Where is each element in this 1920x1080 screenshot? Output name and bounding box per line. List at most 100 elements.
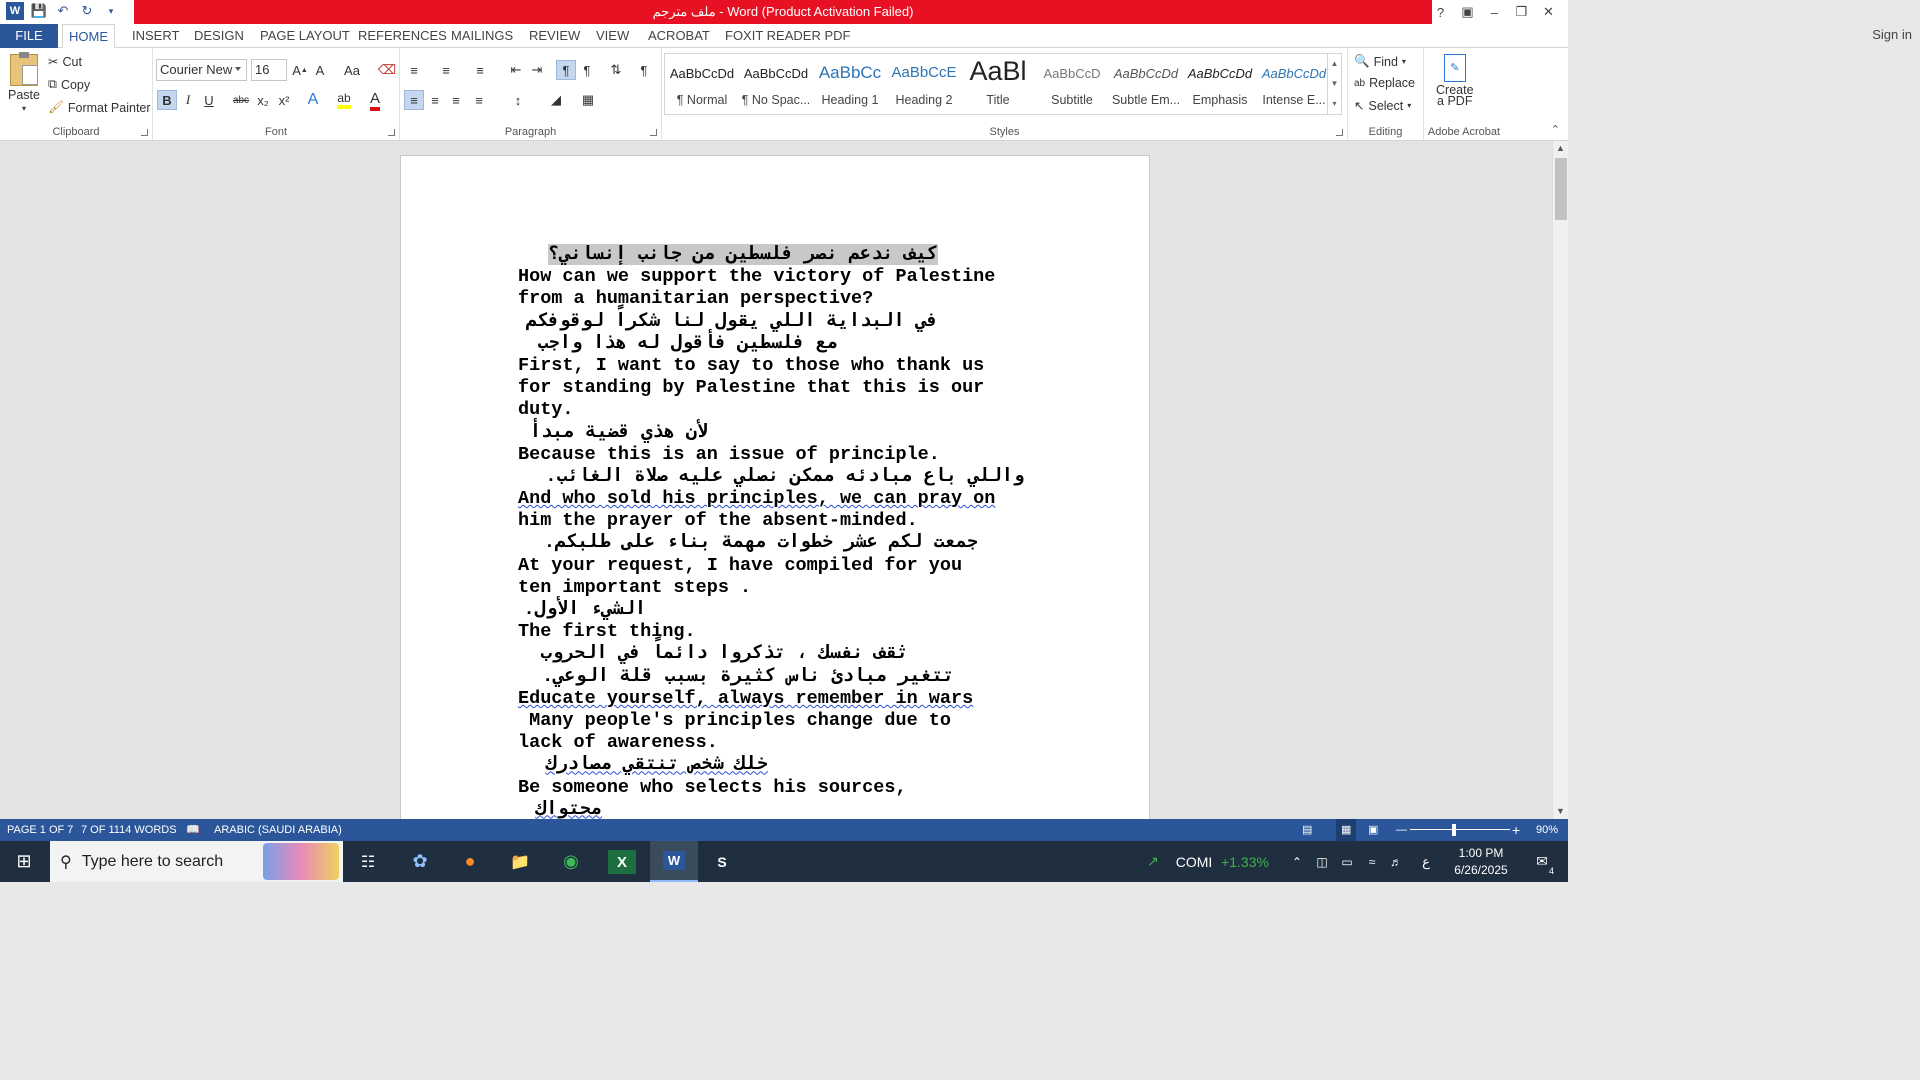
- style-no-spacing[interactable]: AaBbCcDd ¶ No Spac...: [739, 54, 813, 114]
- underline-button[interactable]: U: [199, 90, 219, 110]
- styles-launcher[interactable]: [1336, 129, 1343, 136]
- borders-icon[interactable]: ▦: [578, 90, 598, 110]
- customize-qat-icon[interactable]: ▾: [102, 2, 120, 20]
- ltr-direction-icon[interactable]: ¶: [577, 60, 597, 80]
- select-button[interactable]: ↖ Select ▾: [1354, 98, 1411, 114]
- superscript-button[interactable]: x²: [274, 90, 294, 110]
- grow-font-icon[interactable]: A ▲: [290, 60, 310, 80]
- clear-formatting-icon[interactable]: ⌫: [377, 60, 397, 80]
- windows-start-icon[interactable]: ⊞: [0, 841, 48, 882]
- font-color-icon[interactable]: A: [365, 90, 385, 111]
- style-normal[interactable]: AaBbCcDd ¶ Normal: [665, 54, 739, 114]
- meet-icon[interactable]: ◫: [1312, 841, 1332, 882]
- help-button[interactable]: ?: [1427, 0, 1454, 24]
- style-heading-1[interactable]: AaBbCc Heading 1: [813, 54, 887, 114]
- word-app-icon[interactable]: W: [6, 2, 24, 20]
- style-emphasis[interactable]: AaBbCcDd Emphasis: [1183, 54, 1257, 114]
- style-subtle-emphasis[interactable]: AaBbCcDd Subtle Em...: [1109, 54, 1183, 114]
- file-explorer-icon[interactable]: 📁: [506, 841, 534, 882]
- zoom-out-icon[interactable]: —: [1396, 819, 1407, 841]
- tab-insert[interactable]: INSERT: [126, 24, 185, 48]
- clock[interactable]: 1:00 PM 6/26/2025: [1442, 841, 1520, 882]
- font-name-dropdown[interactable]: Courier New: [156, 59, 247, 81]
- document-body[interactable]: كيف ندعم نصر فلسطين من جانب إنساني؟ How …: [518, 244, 1038, 819]
- volume-icon[interactable]: ♬: [1386, 841, 1406, 882]
- sign-in-link[interactable]: Sign in: [1872, 24, 1912, 48]
- word-count[interactable]: 7 OF 1114 WORDS: [81, 819, 177, 841]
- font-launcher[interactable]: [388, 129, 395, 136]
- taskbar-search[interactable]: ⚲ Type here to search: [50, 841, 343, 882]
- collapse-ribbon-icon[interactable]: ⌃: [1551, 123, 1560, 136]
- increase-indent-icon[interactable]: ⇥: [527, 60, 547, 80]
- bullets-icon[interactable]: ≡: [404, 60, 424, 80]
- scroll-up-icon[interactable]: ▲: [1553, 141, 1568, 156]
- styles-scroll[interactable]: ▲ ▼ ▾: [1327, 54, 1341, 114]
- document-page[interactable]: كيف ندعم نصر فلسطين من جانب إنساني؟ How …: [400, 155, 1150, 819]
- decrease-indent-icon[interactable]: ⇤: [506, 60, 526, 80]
- read-mode-icon[interactable]: ▤: [1302, 819, 1312, 841]
- find-button[interactable]: 🔍 Find ▾: [1354, 54, 1406, 69]
- tab-review[interactable]: REVIEW: [523, 24, 586, 48]
- numbering-icon[interactable]: ≡: [436, 60, 456, 80]
- web-layout-icon[interactable]: ▣: [1368, 819, 1378, 841]
- tab-page-layout[interactable]: PAGE LAYOUT: [254, 24, 356, 48]
- tab-mailings[interactable]: MAILINGS: [445, 24, 519, 48]
- rtl-direction-icon[interactable]: ¶: [556, 60, 576, 80]
- style-heading-2[interactable]: AaBbCcE Heading 2: [887, 54, 961, 114]
- tab-design[interactable]: DESIGN: [188, 24, 250, 48]
- chrome-icon[interactable]: ◉: [557, 841, 585, 882]
- paste-button[interactable]: Paste ▾: [8, 52, 40, 113]
- scroll-thumb[interactable]: [1555, 158, 1567, 220]
- vertical-scrollbar[interactable]: ▲ ▼: [1552, 141, 1568, 819]
- close-icon[interactable]: ✕: [1535, 0, 1562, 24]
- battery-icon[interactable]: ▭: [1336, 841, 1358, 882]
- zoom-slider-thumb[interactable]: [1452, 824, 1456, 836]
- redo-icon[interactable]: ↻: [78, 2, 96, 20]
- paragraph-launcher[interactable]: [650, 129, 657, 136]
- shading-icon[interactable]: ◢: [546, 90, 566, 110]
- bold-button[interactable]: B: [157, 90, 177, 110]
- tab-foxit[interactable]: FOXIT READER PDF: [719, 24, 856, 48]
- app-s-icon[interactable]: S: [708, 841, 736, 882]
- strikethrough-button[interactable]: abc: [231, 90, 251, 110]
- align-left-icon[interactable]: ≡: [404, 90, 424, 110]
- scroll-down-icon[interactable]: ▼: [1553, 804, 1568, 819]
- zoom-level[interactable]: 90%: [1536, 819, 1558, 841]
- word-taskbar-icon[interactable]: W: [650, 841, 698, 882]
- tab-home[interactable]: HOME: [62, 24, 115, 48]
- sort-icon[interactable]: ⇅: [606, 60, 626, 80]
- tab-file[interactable]: FILE: [0, 24, 58, 48]
- save-icon[interactable]: 💾: [30, 2, 48, 20]
- copy-button[interactable]: ⧉ Copy: [48, 77, 90, 92]
- excel-icon[interactable]: X: [608, 850, 636, 874]
- zoom-slider-track[interactable]: [1410, 829, 1510, 830]
- notification-icon[interactable]: ✉ 4: [1526, 841, 1558, 882]
- print-layout-icon[interactable]: ▦: [1336, 819, 1357, 841]
- proofing-icon[interactable]: 📖: [186, 819, 200, 841]
- replace-button[interactable]: ab Replace: [1354, 76, 1415, 90]
- clipboard-launcher[interactable]: [141, 129, 148, 136]
- justify-icon[interactable]: ≡: [469, 90, 489, 110]
- change-case-button[interactable]: Aa: [339, 60, 365, 80]
- stock-ticker[interactable]: COMI: [1172, 841, 1216, 882]
- shrink-font-icon[interactable]: A: [310, 60, 330, 80]
- style-intense-emphasis[interactable]: AaBbCcDd Intense E...: [1257, 54, 1331, 114]
- zoom-in-icon[interactable]: +: [1512, 819, 1520, 841]
- multilevel-list-icon[interactable]: ≡: [470, 60, 490, 80]
- copilot-icon[interactable]: ✿: [406, 841, 434, 882]
- input-language[interactable]: ع: [1414, 841, 1438, 882]
- subscript-button[interactable]: x₂: [253, 90, 273, 110]
- chevron-up-icon[interactable]: ⌃: [1287, 841, 1307, 882]
- format-painter-button[interactable]: 🖌 Format Painter: [48, 100, 151, 115]
- show-marks-icon[interactable]: ¶: [634, 60, 654, 80]
- style-title[interactable]: AaBl Title: [961, 54, 1035, 114]
- ribbon-display-icon[interactable]: ▣: [1454, 0, 1481, 24]
- font-size-dropdown[interactable]: 16: [251, 59, 287, 81]
- restore-icon[interactable]: ❐: [1508, 0, 1535, 24]
- line-spacing-icon[interactable]: ↕: [508, 90, 528, 110]
- align-center-icon[interactable]: ≡: [425, 90, 445, 110]
- task-view-icon[interactable]: ☷: [355, 841, 381, 882]
- minimize-icon[interactable]: –: [1481, 0, 1508, 24]
- undo-icon[interactable]: ↶: [54, 2, 72, 20]
- cut-button[interactable]: ✂ Cut: [48, 54, 82, 70]
